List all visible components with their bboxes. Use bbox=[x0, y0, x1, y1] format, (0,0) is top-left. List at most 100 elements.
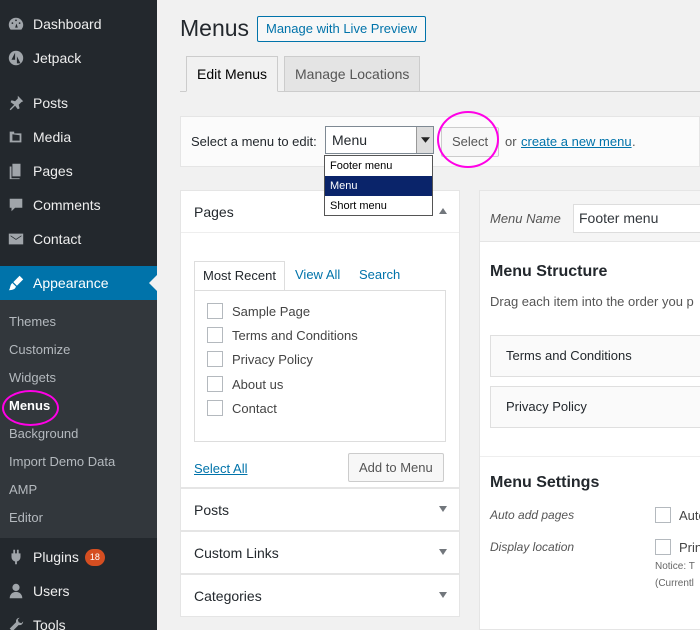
select-all-link[interactable]: Select All bbox=[194, 461, 247, 476]
submenu-menus[interactable]: Menus bbox=[9, 396, 50, 416]
menu-item-terms[interactable]: Terms and Conditions bbox=[490, 335, 700, 377]
brush-icon bbox=[7, 274, 25, 292]
nav-tabs: Edit Menus Manage Locations bbox=[180, 56, 700, 92]
menu-name-input[interactable]: Footer menu bbox=[573, 204, 700, 233]
collapse-arrow-icon[interactable] bbox=[439, 208, 447, 214]
list-item[interactable]: Terms and Conditions bbox=[207, 325, 358, 345]
sidebar-item-label: Jetpack bbox=[33, 50, 82, 66]
sidebar-item-contact[interactable]: Contact bbox=[0, 222, 157, 256]
expand-arrow-icon[interactable] bbox=[439, 592, 447, 598]
sidebar-item-comments[interactable]: Comments bbox=[0, 188, 157, 222]
chevron-down-icon[interactable] bbox=[416, 127, 433, 153]
select-menu-label: Select a menu to edit: bbox=[191, 134, 317, 149]
page-label: Privacy Policy bbox=[232, 351, 313, 367]
appearance-submenu: Themes Customize Widgets Menus Backgroun… bbox=[0, 300, 157, 538]
option-footer-menu[interactable]: Footer menu bbox=[325, 156, 432, 176]
list-item[interactable]: Sample Page bbox=[207, 301, 310, 321]
auto-add-label: Auto add pages bbox=[490, 508, 575, 522]
sidebar-item-tools[interactable]: Tools bbox=[0, 608, 157, 630]
sidebar-item-dashboard[interactable]: Dashboard bbox=[0, 7, 157, 41]
location-notice-current: (Currentl bbox=[655, 578, 694, 589]
checkbox[interactable] bbox=[207, 376, 223, 392]
menu-options-list: Footer menu Menu Short menu bbox=[324, 155, 433, 216]
sidebar-item-label: Users bbox=[33, 583, 70, 599]
custom-links-metabox-title: Custom Links bbox=[194, 545, 279, 561]
sidebar-item-label: Comments bbox=[33, 197, 101, 213]
page-label: Sample Page bbox=[232, 303, 311, 319]
expand-arrow-icon[interactable] bbox=[439, 506, 447, 512]
tab-view-all[interactable]: View All bbox=[287, 261, 348, 291]
pages-checklist: Sample Page Terms and Conditions Privacy… bbox=[194, 290, 446, 442]
location-notice: Notice: T bbox=[655, 561, 695, 572]
sidebar-item-label: Contact bbox=[33, 231, 82, 247]
sidebar-item-media[interactable]: Media bbox=[0, 120, 157, 154]
expand-arrow-icon[interactable] bbox=[439, 549, 447, 555]
tab-edit-menus[interactable]: Edit Menus bbox=[186, 56, 279, 92]
sidebar-item-label: Plugins bbox=[33, 549, 79, 565]
wrench-icon bbox=[7, 616, 25, 630]
period-text: . bbox=[632, 134, 636, 149]
admin-sidebar: Dashboard Jetpack Posts Media Pages Comm… bbox=[0, 0, 157, 630]
tab-most-recent[interactable]: Most Recent bbox=[194, 261, 285, 291]
sidebar-item-label: Media bbox=[33, 129, 72, 145]
sidebar-item-users[interactable]: Users bbox=[0, 574, 157, 608]
sidebar-item-plugins[interactable]: Plugins 18 bbox=[0, 540, 157, 574]
submenu-import-demo-data[interactable]: Import Demo Data bbox=[9, 452, 115, 472]
posts-metabox-title: Posts bbox=[194, 502, 230, 518]
sidebar-item-pages[interactable]: Pages bbox=[0, 154, 157, 188]
submenu-customize[interactable]: Customize bbox=[9, 340, 70, 360]
checkbox[interactable] bbox=[207, 303, 223, 319]
checkbox[interactable] bbox=[207, 400, 223, 416]
submenu-background[interactable]: Background bbox=[9, 424, 78, 444]
menu-structure-title: Menu Structure bbox=[490, 263, 608, 280]
posts-metabox[interactable]: Posts bbox=[180, 488, 460, 531]
pin-icon bbox=[7, 94, 25, 112]
posts-metabox-header[interactable]: Posts bbox=[181, 489, 459, 531]
display-location-checkbox[interactable] bbox=[655, 539, 671, 555]
create-new-menu-link[interactable]: create a new menu bbox=[521, 134, 632, 149]
tab-manage-locations[interactable]: Manage Locations bbox=[284, 56, 421, 92]
sidebar-item-appearance[interactable]: Appearance bbox=[0, 266, 157, 300]
media-icon bbox=[7, 128, 25, 146]
page-label: Terms and Conditions bbox=[232, 327, 358, 343]
pages-metabox: Pages Most Recent View All Search Sample… bbox=[180, 190, 460, 488]
auto-add-checkbox[interactable] bbox=[655, 507, 671, 523]
select-button[interactable]: Select bbox=[441, 127, 500, 157]
custom-links-metabox-header[interactable]: Custom Links bbox=[181, 532, 459, 574]
categories-metabox-header[interactable]: Categories bbox=[181, 575, 459, 617]
sidebar-item-jetpack[interactable]: Jetpack bbox=[0, 41, 157, 75]
pages-tabs: Most Recent View All Search bbox=[194, 261, 446, 291]
page-title: Menus bbox=[180, 15, 250, 41]
jetpack-icon bbox=[7, 49, 25, 67]
plugin-icon bbox=[7, 548, 25, 566]
list-item[interactable]: Contact bbox=[207, 398, 277, 418]
or-text: or bbox=[505, 134, 517, 149]
submenu-amp[interactable]: AMP bbox=[9, 480, 37, 500]
sidebar-item-posts[interactable]: Posts bbox=[0, 86, 157, 120]
comments-icon bbox=[7, 196, 25, 214]
page-label: About us bbox=[232, 376, 284, 392]
submenu-widgets[interactable]: Widgets bbox=[9, 368, 56, 388]
list-item[interactable]: About us bbox=[207, 374, 283, 394]
display-location-text: Prin bbox=[679, 540, 700, 555]
sidebar-item-label: Pages bbox=[33, 163, 73, 179]
manage-live-preview-button[interactable]: Manage with Live Preview bbox=[257, 16, 427, 42]
menu-name-header: Menu Name Footer menu bbox=[480, 191, 700, 242]
categories-metabox[interactable]: Categories bbox=[180, 574, 460, 617]
list-item[interactable]: Privacy Policy bbox=[207, 349, 313, 369]
option-short-menu[interactable]: Short menu bbox=[325, 196, 432, 216]
menu-select-dropdown[interactable]: Menu bbox=[325, 126, 434, 154]
submenu-themes[interactable]: Themes bbox=[9, 312, 56, 332]
custom-links-metabox[interactable]: Custom Links bbox=[180, 531, 460, 574]
tab-search[interactable]: Search bbox=[351, 261, 408, 291]
display-location-label: Display location bbox=[490, 540, 575, 554]
add-to-menu-button[interactable]: Add to Menu bbox=[348, 453, 444, 482]
option-menu[interactable]: Menu bbox=[325, 176, 432, 196]
auto-add-text: Auto bbox=[679, 508, 700, 523]
menu-item-privacy[interactable]: Privacy Policy bbox=[490, 386, 700, 428]
submenu-editor[interactable]: Editor bbox=[9, 508, 43, 528]
checkbox[interactable] bbox=[207, 327, 223, 343]
divider bbox=[480, 456, 700, 457]
checkbox[interactable] bbox=[207, 351, 223, 367]
sidebar-item-label: Posts bbox=[33, 95, 69, 111]
